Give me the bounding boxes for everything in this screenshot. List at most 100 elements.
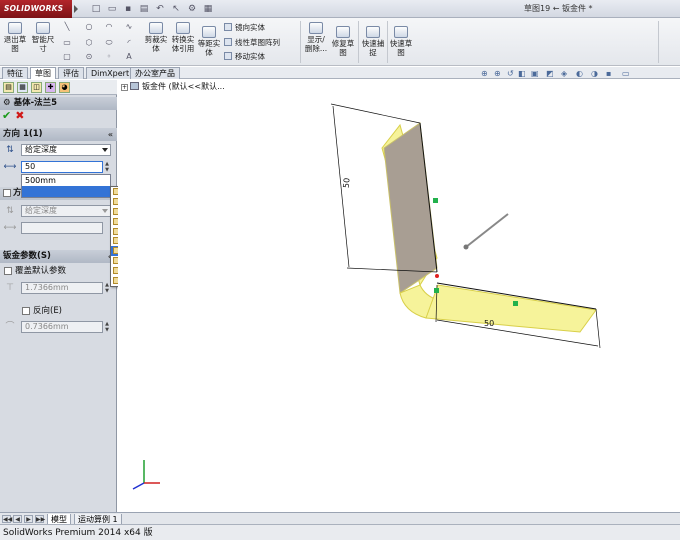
view-orientation-icon[interactable]: ▣ <box>531 69 539 79</box>
trim-icon <box>149 22 163 34</box>
rapid-sketch-button[interactable]: 快速草图 <box>389 26 413 57</box>
move-label: 移动实体 <box>235 52 265 61</box>
part-icon <box>130 82 139 90</box>
reverse-direction-icon[interactable]: ⇅ <box>3 144 17 156</box>
point-icon[interactable]: ⊙ <box>84 52 94 61</box>
reverse-checkbox[interactable] <box>22 307 30 315</box>
previous-view-icon[interactable]: ↺ <box>507 69 514 79</box>
line-icon[interactable]: ╲ <box>62 22 72 31</box>
end-condition-value: 给定深度 <box>25 145 57 154</box>
ellipse-icon[interactable]: ⬭ <box>104 38 114 47</box>
linear-pattern-button[interactable]: 线性草图阵列 <box>224 38 280 48</box>
move-entities-button[interactable]: 移动实体 <box>224 52 265 62</box>
offset-entities-button[interactable]: 等距实体 <box>197 26 221 57</box>
smart-dimension-label: 智能尺寸 <box>31 35 55 53</box>
configuration-manager-icon[interactable]: ◫ <box>31 82 42 93</box>
rebuild-icon[interactable]: ⚙ <box>186 3 198 15</box>
sheetmetal-params-header[interactable]: 钣金参数(S) « <box>0 250 117 263</box>
prev-tab-icon[interactable]: ◀ <box>13 515 22 523</box>
undo-icon[interactable]: ↶ <box>154 3 166 15</box>
spline-icon[interactable]: ∿ <box>124 22 134 31</box>
solidworks-logo[interactable]: SOLIDWORKS <box>0 0 72 18</box>
next-tab-icon[interactable]: ▶ <box>24 515 33 523</box>
trim-label: 剪裁实体 <box>144 35 168 53</box>
ok-icon[interactable]: ✔ <box>2 109 11 122</box>
end-condition-select[interactable]: 给定深度 <box>21 144 111 156</box>
feature-manager-icon[interactable]: ▤ <box>3 82 14 93</box>
fillet-icon[interactable]: ◜ <box>124 38 134 47</box>
rectangle-icon[interactable]: ▭ <box>62 38 72 47</box>
tab-features[interactable]: 特征 <box>2 67 28 79</box>
first-tab-icon[interactable]: ◀◀ <box>2 515 12 523</box>
rapid-sketch-icon <box>394 26 408 38</box>
zoom-area-icon[interactable]: ⊕ <box>494 69 501 79</box>
reverse-label: 反向(E) <box>33 306 63 316</box>
quick-snaps-label: 快速捕捉 <box>361 39 385 57</box>
save-icon[interactable]: ▪ <box>122 3 134 15</box>
exit-sketch-button[interactable]: 退出草图 <box>3 22 27 53</box>
expand-icon[interactable]: + <box>121 84 128 91</box>
override-defaults-checkbox[interactable] <box>4 267 12 275</box>
circle-icon[interactable]: ○ <box>84 22 94 31</box>
polygon-icon[interactable]: ⬡ <box>84 38 94 47</box>
monitor-icon[interactable]: ▭ <box>622 69 630 79</box>
last-tab-icon[interactable]: ▶▶ <box>35 515 45 523</box>
depth-suggestion-list: 500mm <box>21 174 111 198</box>
apply-scene-icon[interactable]: ◑ <box>591 69 598 79</box>
text-sketch-icon[interactable]: A <box>124 52 134 61</box>
direction2-checkbox[interactable] <box>3 189 11 197</box>
view-settings-icon[interactable]: ▪ <box>606 69 611 79</box>
depth-suggestion-item[interactable]: 500mm <box>22 175 110 186</box>
dimxpert-manager-icon[interactable]: ✚ <box>45 82 56 93</box>
sheetmetal-header-text: 钣金参数(S) <box>3 251 51 261</box>
depth-suggestion-highlight[interactable] <box>22 186 110 197</box>
bend-radius-input: 0.7366mm <box>21 321 103 333</box>
tab-sketch[interactable]: 草图 <box>30 67 56 79</box>
horizontal-dimension-label[interactable]: 50 <box>484 319 494 329</box>
repair-sketch-label: 修复草图 <box>331 39 355 57</box>
section-view-icon[interactable]: ◧ <box>518 69 526 79</box>
depth-spinner[interactable]: ▲ ▼ <box>103 161 111 173</box>
centerline-icon[interactable]: ◦ <box>104 52 114 61</box>
open-document-icon[interactable]: ▭ <box>106 3 118 15</box>
graphics-area[interactable] <box>118 80 680 512</box>
collapse-chevron-icon[interactable]: « <box>108 128 113 141</box>
zoom-to-fit-icon[interactable]: ⊕ <box>481 69 488 79</box>
hide-show-icon[interactable]: ◈ <box>561 69 567 79</box>
new-document-icon[interactable]: □ <box>90 3 102 15</box>
relations-label: 显示/删除... <box>304 35 328 53</box>
edit-appearance-icon[interactable]: ◐ <box>576 69 583 79</box>
model-tabs-bar: ◀◀ ◀ ▶ ▶▶ 模型 运动算例 1 <box>0 512 680 525</box>
direction1-header[interactable]: 方向 1(1) « <box>0 128 117 141</box>
tab-evaluate[interactable]: 评估 <box>58 67 84 79</box>
quick-snaps-icon <box>366 26 380 38</box>
offset-icon <box>202 26 216 38</box>
display-manager-icon[interactable]: ◕ <box>59 82 70 93</box>
repair-sketch-button[interactable]: 修复草图 <box>330 26 356 57</box>
thickness-input: 1.7366mm <box>21 282 103 294</box>
feature-tree-flyout[interactable]: + 钣金件 (默认<<默认... <box>121 82 225 92</box>
display-style-icon[interactable]: ◩ <box>546 69 554 79</box>
display-delete-relations-button[interactable]: 显示/删除... <box>304 22 328 53</box>
menu-arrow-icon[interactable] <box>74 5 78 13</box>
print-icon[interactable]: ▤ <box>138 3 150 15</box>
select-icon[interactable]: ↖ <box>170 3 182 15</box>
depth-input[interactable]: 50 <box>21 161 103 173</box>
mirror-entities-button[interactable]: 镜向实体 <box>224 23 265 33</box>
cancel-icon[interactable]: ✖ <box>15 109 24 122</box>
sheet-metal-icon: ⚙ <box>3 98 11 108</box>
confirm-row: ✔ ✖ <box>2 110 24 122</box>
quick-snaps-button[interactable]: 快速捕捉 <box>360 26 386 57</box>
vertical-dimension-label[interactable]: 50 <box>342 177 353 188</box>
property-manager-icon[interactable]: ▦ <box>17 82 28 93</box>
options-icon[interactable]: ▦ <box>202 3 214 15</box>
depth-value: 50 <box>25 162 36 171</box>
arc-icon[interactable]: ◠ <box>104 22 114 31</box>
trim-entities-button[interactable]: 剪裁实体 <box>142 22 170 53</box>
smart-dimension-button[interactable]: 智能尺寸 <box>30 22 56 53</box>
tab-office-products[interactable]: 办公室产品 <box>130 67 180 79</box>
convert-entities-button[interactable]: 转换实体引用 <box>170 22 196 53</box>
linear-pattern-icon <box>224 38 232 46</box>
tab-dimxpert[interactable]: DimXpert <box>86 67 135 79</box>
slot-icon[interactable]: ▢ <box>62 52 72 61</box>
